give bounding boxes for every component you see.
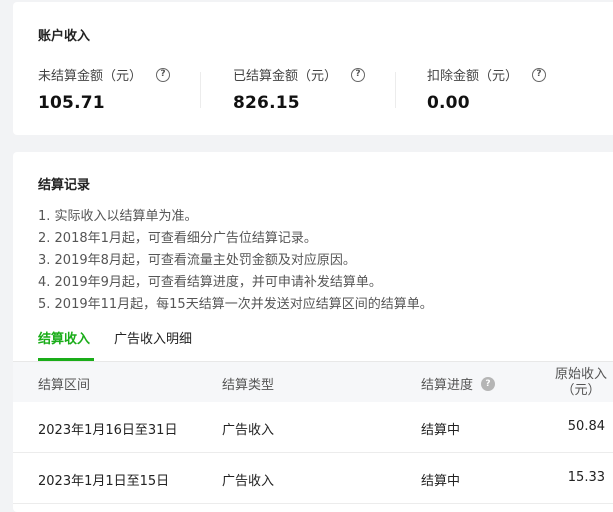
records-tabs: 结算收入 广告收入明细 (13, 324, 613, 362)
settlement-records-card: 结算记录 1. 实际收入以结算单为准。 2. 2018年1月起，可查看细分广告位… (13, 152, 613, 512)
note-item: 2. 2018年1月起，可查看细分广告位结算记录。 (38, 231, 317, 246)
row-type: 广告收入 (222, 474, 275, 489)
table-row: 2023年1月16日至31日 广告收入 结算中 50.84 (13, 402, 613, 453)
row-type: 广告收入 (222, 423, 275, 438)
column-header-original-income-line1: 原始收入 (554, 367, 607, 382)
row-original-income: 15.33 (567, 470, 605, 485)
settled-amount-value: 826.15 (233, 93, 300, 113)
account-income-card: 账户收入 未结算金额（元） ? 105.71 已结算金额（元） ? 826.15… (13, 2, 613, 135)
question-circle-icon[interactable]: ? (351, 67, 366, 82)
table-row: 2023年1月1日至15日 广告收入 结算中 15.33 (13, 453, 613, 504)
table-header: 结算区间 结算类型 结算进度 ? 原始收入 （元） (13, 362, 613, 402)
row-period: 2023年1月1日至15日 (38, 474, 170, 489)
tab-settlement-income[interactable]: 结算收入 (38, 328, 90, 347)
active-tab-indicator (38, 358, 94, 361)
unsettled-amount-value: 105.71 (38, 93, 105, 113)
row-progress: 结算中 (421, 423, 461, 438)
row-original-income: 50.84 (567, 419, 605, 434)
row-period: 2023年1月16日至31日 (38, 423, 178, 438)
settled-amount-label: 已结算金额（元） (233, 69, 338, 84)
question-circle-icon[interactable]: ? (481, 376, 496, 391)
column-header-original-income: 原始收入 （元） (551, 367, 611, 399)
deducted-amount-value: 0.00 (427, 93, 470, 113)
tab-ad-income-detail[interactable]: 广告收入明细 (114, 328, 192, 347)
row-progress: 结算中 (421, 474, 461, 489)
column-header-progress-label: 结算进度 (421, 378, 474, 393)
deducted-amount-label: 扣除金额（元） (427, 69, 519, 84)
note-item: 1. 实际收入以结算单为准。 (38, 209, 198, 224)
column-header-progress: 结算进度 ? (421, 374, 496, 393)
divider (395, 72, 396, 108)
question-circle-icon[interactable]: ? (532, 67, 547, 82)
settled-amount: 已结算金额（元） ? 826.15 (233, 65, 366, 113)
note-item: 3. 2019年8月起，可查看流量主处罚金额及对应原因。 (38, 253, 356, 268)
settlement-notes-list: 1. 实际收入以结算单为准。 2. 2018年1月起，可查看细分广告位结算记录。… (38, 206, 433, 316)
unsettled-amount-label: 未结算金额（元） (38, 69, 143, 84)
note-item: 4. 2019年9月起，可查看结算进度，并可申请补发结算单。 (38, 275, 382, 290)
column-header-original-income-line2: （元） (561, 383, 601, 398)
divider (200, 72, 201, 108)
settlement-records-title: 结算记录 (38, 178, 91, 193)
unsettled-amount: 未结算金额（元） ? 105.71 (38, 65, 171, 113)
question-circle-icon[interactable]: ? (156, 67, 171, 82)
note-item: 5. 2019年11月起，每15天结算一次并发送对应结算区间的结算单。 (38, 297, 433, 312)
column-header-type: 结算类型 (222, 378, 275, 393)
column-header-period: 结算区间 (38, 378, 91, 393)
deducted-amount: 扣除金额（元） ? 0.00 (427, 65, 547, 113)
account-income-title: 账户收入 (38, 29, 91, 44)
